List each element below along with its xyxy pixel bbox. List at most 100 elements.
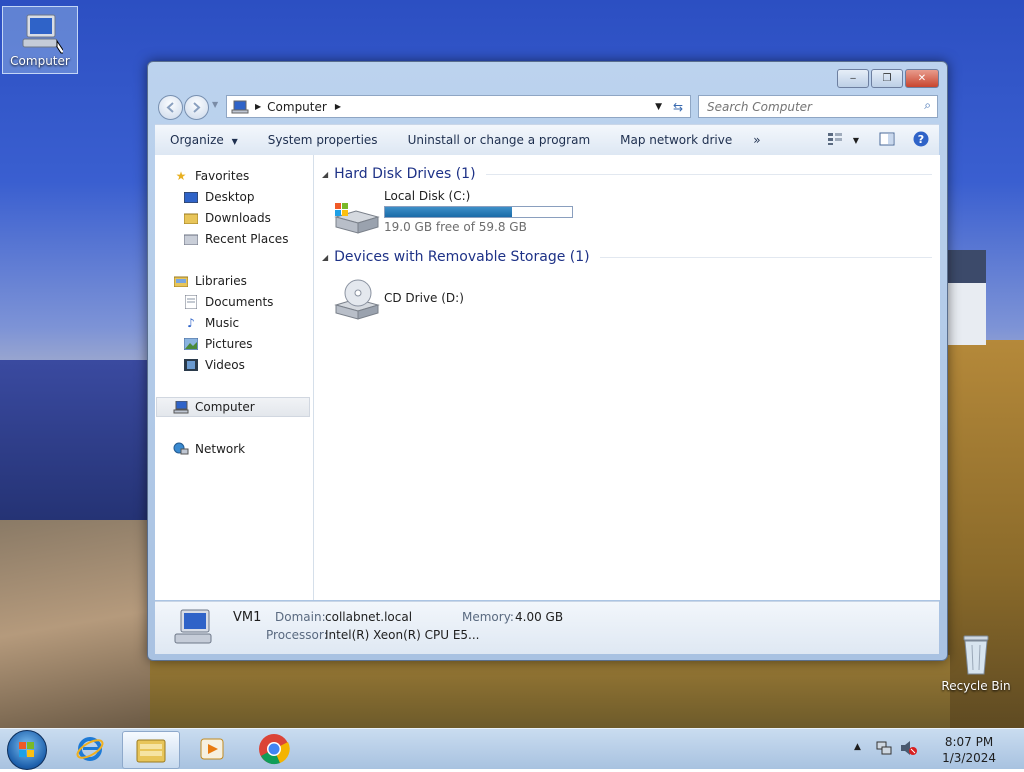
close-icon: ✕: [917, 73, 927, 84]
system-properties-button[interactable]: System properties: [253, 133, 393, 147]
maximize-button[interactable]: ❐: [871, 69, 903, 88]
disk-usage-fill: [385, 207, 513, 217]
chrome-icon: [259, 734, 290, 765]
documents-icon: [183, 295, 199, 309]
view-controls: ▼ ?: [817, 131, 929, 150]
command-bar: Organize ▼ System properties Uninstall o…: [155, 124, 939, 156]
cd-drive-icon: [334, 279, 380, 320]
star-icon: ★: [175, 169, 187, 183]
domain-value: collabnet.local: [325, 610, 413, 624]
search-box: ⌕: [698, 95, 938, 118]
nav-label: Libraries: [195, 274, 247, 288]
nav-label: Downloads: [205, 211, 271, 225]
clock-date: 1/3/2024: [942, 751, 996, 765]
desktop-icon-recycle-bin[interactable]: Recycle Bin: [940, 630, 1012, 702]
organize-label: Organize: [170, 133, 224, 147]
search-icon[interactable]: ⌕: [924, 98, 931, 113]
desktop-icon: [183, 190, 199, 204]
computer-name: VM1: [233, 610, 262, 625]
uninstall-program-button[interactable]: Uninstall or change a program: [393, 133, 606, 147]
folder-icon: [136, 739, 166, 763]
help-button[interactable]: ?: [913, 131, 929, 150]
nav-label: Computer: [195, 400, 255, 414]
svg-text:?: ?: [918, 133, 924, 146]
computer-icon: [22, 14, 66, 54]
chevron-down-icon: ▼: [231, 137, 238, 146]
hard-drive-windows-icon: [334, 203, 380, 234]
internet-explorer-icon: [76, 737, 104, 761]
navigation-pane: ★ Favorites Desktop Downloads Recent Pla…: [155, 155, 314, 600]
group-title: Devices with Removable Storage (1): [334, 249, 590, 265]
processor-label: Processor:: [266, 628, 328, 642]
nav-network[interactable]: Network: [173, 439, 331, 459]
breadcrumb-computer[interactable]: Computer: [267, 100, 327, 114]
group-hard-disk-drives[interactable]: ◢ Hard Disk Drives (1): [322, 166, 932, 182]
nav-label: Pictures: [205, 337, 253, 351]
change-view-button[interactable]: [827, 132, 843, 149]
processor-value: Intel(R) Xeon(R) CPU E5...: [325, 628, 480, 642]
breadcrumb-separator-icon[interactable]: ▶: [335, 102, 341, 111]
recent-pages-dropdown[interactable]: ▼: [212, 100, 218, 109]
map-network-drive-button[interactable]: Map network drive: [605, 133, 747, 147]
forward-button[interactable]: [184, 95, 209, 120]
nav-label: Music: [205, 316, 240, 330]
computer-icon: [174, 609, 212, 644]
disk-usage-bar: [384, 206, 573, 218]
drive-local-disk-c[interactable]: Local Disk (C:) 19.0 GB free of 59.8 GB: [332, 189, 592, 239]
close-button[interactable]: ✕: [905, 69, 939, 88]
system-tray: ▲ 8:07 PM 1/3/2024: [854, 729, 1024, 769]
preview-pane-icon: [879, 132, 895, 146]
volume-muted-icon[interactable]: [900, 740, 918, 759]
drive-cd-d[interactable]: CD Drive (D:): [332, 277, 532, 327]
taskbar: ▲ 8:07 PM 1/3/2024: [0, 728, 1024, 770]
taskbar-windows-explorer[interactable]: [122, 731, 180, 769]
taskbar-media-player[interactable]: [184, 731, 240, 767]
refresh-icon: ⇆: [672, 99, 684, 114]
nav-libraries[interactable]: Libraries: [173, 271, 331, 291]
nav-label: Documents: [205, 295, 274, 309]
recycle-bin-icon: [963, 635, 989, 675]
preview-pane-button[interactable]: [879, 132, 895, 149]
taskbar-internet-explorer[interactable]: [62, 731, 118, 767]
media-player-icon: [200, 738, 224, 760]
address-history-dropdown[interactable]: ▼: [655, 102, 662, 112]
organize-button[interactable]: Organize ▼: [155, 133, 253, 147]
nav-label: Network: [195, 442, 246, 456]
recent-places-icon: [183, 232, 199, 246]
breadcrumb-separator-icon: ▶: [255, 102, 262, 111]
start-button[interactable]: [7, 730, 47, 770]
back-arrow-icon: [166, 102, 174, 113]
view-dropdown-icon[interactable]: ▼: [853, 136, 859, 145]
nav-computer[interactable]: Computer: [156, 397, 310, 417]
videos-icon: [183, 358, 199, 372]
domain-label: Domain:: [275, 610, 326, 624]
group-divider: [599, 256, 932, 258]
content-pane: ◢ Hard Disk Drives (1) Local Disk (C:) 1…: [314, 155, 940, 600]
clock[interactable]: 8:07 PM 1/3/2024: [942, 734, 996, 766]
drive-free-space: 19.0 GB free of 59.8 GB: [384, 220, 527, 234]
refresh-button[interactable]: ⇆: [666, 95, 691, 118]
minimize-icon: ‒: [849, 73, 857, 84]
caption-buttons: ‒ ❐ ✕: [835, 69, 939, 88]
house-wallpaper: [946, 250, 986, 345]
collapse-triangle-icon: ◢: [322, 169, 329, 179]
memory-label: Memory:: [462, 610, 514, 624]
minimize-button[interactable]: ‒: [837, 69, 869, 88]
nav-favorites[interactable]: ★ Favorites: [173, 166, 331, 186]
network-tray-icon[interactable]: [876, 740, 892, 759]
view-options-icon: [827, 133, 842, 145]
collapse-triangle-icon: ◢: [322, 252, 329, 262]
search-input[interactable]: [705, 96, 909, 117]
drive-name: CD Drive (D:): [384, 291, 464, 305]
desktop-icon-computer[interactable]: Computer: [2, 6, 78, 74]
more-commands-button[interactable]: »: [747, 133, 775, 147]
group-title: Hard Disk Drives (1): [334, 166, 476, 182]
drive-name: Local Disk (C:): [384, 189, 471, 203]
nav-label: Desktop: [205, 190, 255, 204]
show-hidden-icons-button[interactable]: ▲: [854, 742, 861, 752]
back-button[interactable]: [158, 95, 183, 120]
restore-icon: ❐: [882, 73, 892, 84]
group-removable-storage[interactable]: ◢ Devices with Removable Storage (1): [322, 249, 932, 265]
address-bar[interactable]: ▶ Computer ▶ ▼: [226, 95, 691, 118]
taskbar-chrome[interactable]: [246, 731, 302, 767]
